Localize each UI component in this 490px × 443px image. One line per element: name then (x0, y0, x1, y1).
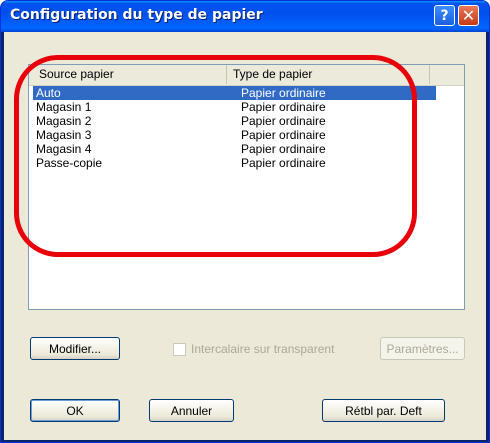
intercalaire-checkbox[interactable]: Intercalaire sur transparent (173, 342, 334, 356)
annuler-label: Annuler (170, 403, 213, 418)
list-row[interactable]: Magasin 2 Papier ordinaire (33, 114, 436, 128)
parametres-label: Paramètres... (386, 341, 459, 356)
row-type: Papier ordinaire (241, 128, 326, 142)
title-bar[interactable]: Configuration du type de papier ? ✕ (1, 1, 489, 32)
intercalaire-label: Intercalaire sur transparent (191, 342, 335, 356)
row-type: Papier ordinaire (241, 142, 326, 156)
column-header-source[interactable]: Source papier (33, 65, 227, 84)
retbl-label: Rétbl par. Deft (345, 403, 422, 418)
list-row[interactable]: Magasin 4 Papier ordinaire (33, 142, 436, 156)
row-type: Papier ordinaire (241, 100, 326, 114)
row-source: Auto (36, 86, 61, 100)
row-type: Papier ordinaire (241, 86, 326, 100)
checkbox-box[interactable] (173, 342, 186, 356)
dialog-window: Configuration du type de papier ? ✕ Sour… (0, 0, 490, 443)
parametres-button[interactable]: Paramètres... (380, 337, 465, 360)
modifier-label: Modifier... (48, 341, 102, 356)
ok-label: OK (66, 403, 84, 418)
row-source: Magasin 4 (36, 142, 92, 156)
row-source: Magasin 2 (36, 114, 92, 128)
modifier-button[interactable]: Modifier... (30, 337, 120, 360)
help-icon: ? (440, 7, 449, 24)
column-header-type[interactable]: Type de papier (227, 65, 430, 84)
ok-button[interactable]: OK (30, 399, 120, 422)
list-header: Source papier Type de papier (29, 65, 464, 86)
paper-type-list[interactable]: Source papier Type de papier Auto Papier … (28, 64, 465, 310)
column-header-filler (430, 65, 464, 84)
row-source: Magasin 3 (36, 128, 92, 142)
window-title: Configuration du type de papier (10, 7, 263, 23)
row-source: Magasin 1 (36, 100, 92, 114)
dialog-client-area: Source papier Type de papier Auto Papier … (4, 32, 486, 440)
list-row[interactable]: Magasin 1 Papier ordinaire (33, 100, 436, 114)
row-source: Passe-copie (36, 156, 103, 170)
close-button[interactable]: ✕ (458, 5, 479, 26)
help-button[interactable]: ? (434, 5, 455, 26)
close-icon: ✕ (461, 6, 476, 25)
row-type: Papier ordinaire (241, 114, 326, 128)
list-row[interactable]: Passe-copie Papier ordinaire (33, 156, 436, 170)
retablir-defaut-button[interactable]: Rétbl par. Deft (322, 399, 445, 422)
list-row[interactable]: Auto Papier ordinaire (33, 86, 436, 100)
annuler-button[interactable]: Annuler (149, 399, 234, 422)
list-row[interactable]: Magasin 3 Papier ordinaire (33, 128, 436, 142)
row-type: Papier ordinaire (241, 156, 326, 170)
